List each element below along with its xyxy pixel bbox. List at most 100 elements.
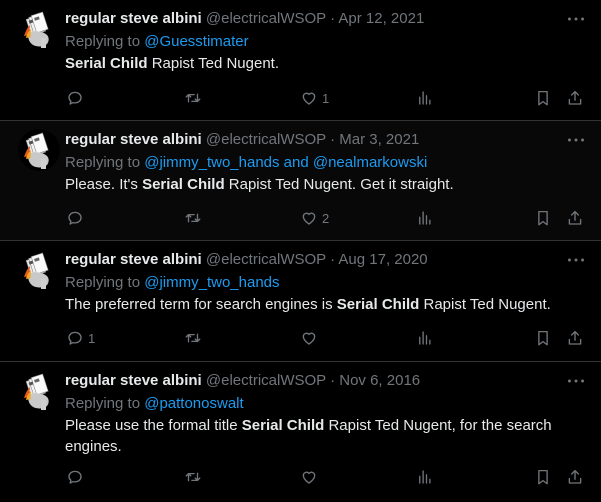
user-handle[interactable]: @electricalWSOP <box>206 251 326 268</box>
bookmark-button[interactable] <box>534 328 552 348</box>
tweet-feed: regular steve albini @electricalWSOP · A… <box>0 0 601 502</box>
replying-to: Replying to @jimmy_two_hands and @nealma… <box>65 152 427 174</box>
tweet-date[interactable]: Nov 6, 2016 <box>339 372 420 389</box>
like-button[interactable] <box>300 328 322 348</box>
retweet-icon <box>185 333 201 343</box>
tweet-text-part: Rapist Ted Nugent. <box>419 296 551 313</box>
tweet[interactable]: regular steve albini @electricalWSOP · A… <box>0 241 601 362</box>
like-button[interactable] <box>300 467 322 487</box>
share-button[interactable] <box>566 467 584 487</box>
more-options-button[interactable] <box>565 11 587 27</box>
retweet-button[interactable] <box>184 328 206 348</box>
avatar[interactable] <box>18 370 60 412</box>
share-icon <box>568 469 582 484</box>
bookmark-button[interactable] <box>534 208 552 228</box>
action-bar: 2 <box>0 208 601 228</box>
avatar[interactable] <box>18 129 60 171</box>
replying-to-label: Replying to <box>65 395 145 412</box>
mention-link[interactable]: @jimmy_two_hands <box>144 274 279 291</box>
views-button[interactable] <box>416 328 438 348</box>
tweet-text: Please. It's Serial Child Rapist Ted Nug… <box>65 174 575 195</box>
reply-bubble-icon <box>68 91 82 105</box>
tweet-text: Please use the formal title Serial Child… <box>65 415 575 457</box>
user-handle[interactable]: @electricalWSOP <box>206 10 326 27</box>
share-icon <box>568 210 582 225</box>
tweet-text-part: Rapist Ted Nugent. <box>147 55 280 72</box>
tweet-header: regular steve albini @electricalWSOP · N… <box>65 370 561 392</box>
views-button[interactable] <box>416 88 438 108</box>
tweet-text-bold: Serial Child <box>241 417 325 434</box>
tweet[interactable]: regular steve albini @electricalWSOP · M… <box>0 121 601 241</box>
tweet-text-bold: Serial Child <box>142 176 225 193</box>
tweet-date[interactable]: Apr 12, 2021 <box>338 10 424 27</box>
tweet-text-bold: Serial Child <box>65 55 148 72</box>
bookmark-icon <box>538 469 548 485</box>
tweet-header: regular steve albini @electricalWSOP · A… <box>65 249 561 271</box>
retweet-button[interactable] <box>184 208 206 228</box>
tweet-text-part: Rapist Ted Nugent. Get it straight. <box>224 176 454 193</box>
replying-to: Replying to @Guesstimater <box>65 31 249 53</box>
retweet-icon <box>185 472 201 482</box>
bar-chart-icon <box>419 211 431 225</box>
bookmark-icon <box>538 330 548 346</box>
like-button[interactable]: 2 <box>300 208 329 228</box>
user-handle[interactable]: @electricalWSOP <box>206 372 326 389</box>
more-horizontal-icon <box>567 379 585 383</box>
share-button[interactable] <box>566 88 584 108</box>
like-button[interactable]: 1 <box>300 88 329 108</box>
views-button[interactable] <box>416 208 438 228</box>
user-handle[interactable]: @electricalWSOP <box>206 131 326 148</box>
replying-to-label: Replying to <box>65 33 145 50</box>
tweet-text: Serial Child Rapist Ted Nugent. <box>65 53 575 74</box>
more-options-button[interactable] <box>565 132 587 148</box>
tweet-text-bold: Serial Child <box>336 296 420 313</box>
share-icon <box>568 90 582 105</box>
separator-dot: · <box>330 251 336 268</box>
display-name[interactable]: regular steve albini <box>65 10 202 27</box>
tweet-date[interactable]: Mar 3, 2021 <box>339 131 419 148</box>
mention-link[interactable]: @pattonoswalt <box>144 395 243 412</box>
tweet-header: regular steve albini @electricalWSOP · A… <box>65 8 561 30</box>
separator-dot: · <box>330 372 336 389</box>
replying-to-label: Replying to <box>65 274 145 291</box>
action-bar: 1 <box>0 88 601 108</box>
retweet-button[interactable] <box>184 467 206 487</box>
heart-icon <box>302 212 316 225</box>
retweet-button[interactable] <box>184 88 206 108</box>
replying-to: Replying to @pattonoswalt <box>65 393 244 415</box>
tweet[interactable]: regular steve albini @electricalWSOP · A… <box>0 0 601 121</box>
tweet-text-part: The preferred term for search engines is <box>65 296 337 313</box>
display-name[interactable]: regular steve albini <box>65 372 202 389</box>
avatar[interactable] <box>18 249 60 291</box>
share-button[interactable] <box>566 208 584 228</box>
more-options-button[interactable] <box>565 373 587 389</box>
tweet-date[interactable]: Aug 17, 2020 <box>338 251 427 268</box>
reply-count: 1 <box>88 330 96 346</box>
tweet[interactable]: regular steve albini @electricalWSOP · N… <box>0 362 601 502</box>
display-name[interactable]: regular steve albini <box>65 251 202 268</box>
reply-bubble-icon <box>68 470 82 484</box>
separator-dot: · <box>330 131 336 148</box>
heart-icon <box>302 332 316 345</box>
reply-button[interactable] <box>66 208 88 228</box>
reply-button[interactable]: 1 <box>66 328 95 348</box>
action-bar <box>0 467 601 487</box>
replying-to-label: Replying to <box>65 154 145 171</box>
reply-button[interactable] <box>66 467 88 487</box>
bookmark-button[interactable] <box>534 88 552 108</box>
views-button[interactable] <box>416 467 438 487</box>
tweet-text: The preferred term for search engines is… <box>65 294 575 315</box>
mention-link[interactable]: @jimmy_two_hands and @nealmarkowski <box>144 154 427 171</box>
more-options-button[interactable] <box>565 252 587 268</box>
bar-chart-icon <box>419 91 431 105</box>
separator-dot: · <box>330 10 336 27</box>
bookmark-button[interactable] <box>534 467 552 487</box>
avatar[interactable] <box>18 8 60 50</box>
reply-bubble-icon <box>68 211 82 225</box>
reply-button[interactable] <box>66 88 88 108</box>
display-name[interactable]: regular steve albini <box>65 131 202 148</box>
mention-link[interactable]: @Guesstimater <box>144 33 248 50</box>
more-horizontal-icon <box>567 138 585 142</box>
share-button[interactable] <box>566 328 584 348</box>
share-icon <box>568 330 582 345</box>
